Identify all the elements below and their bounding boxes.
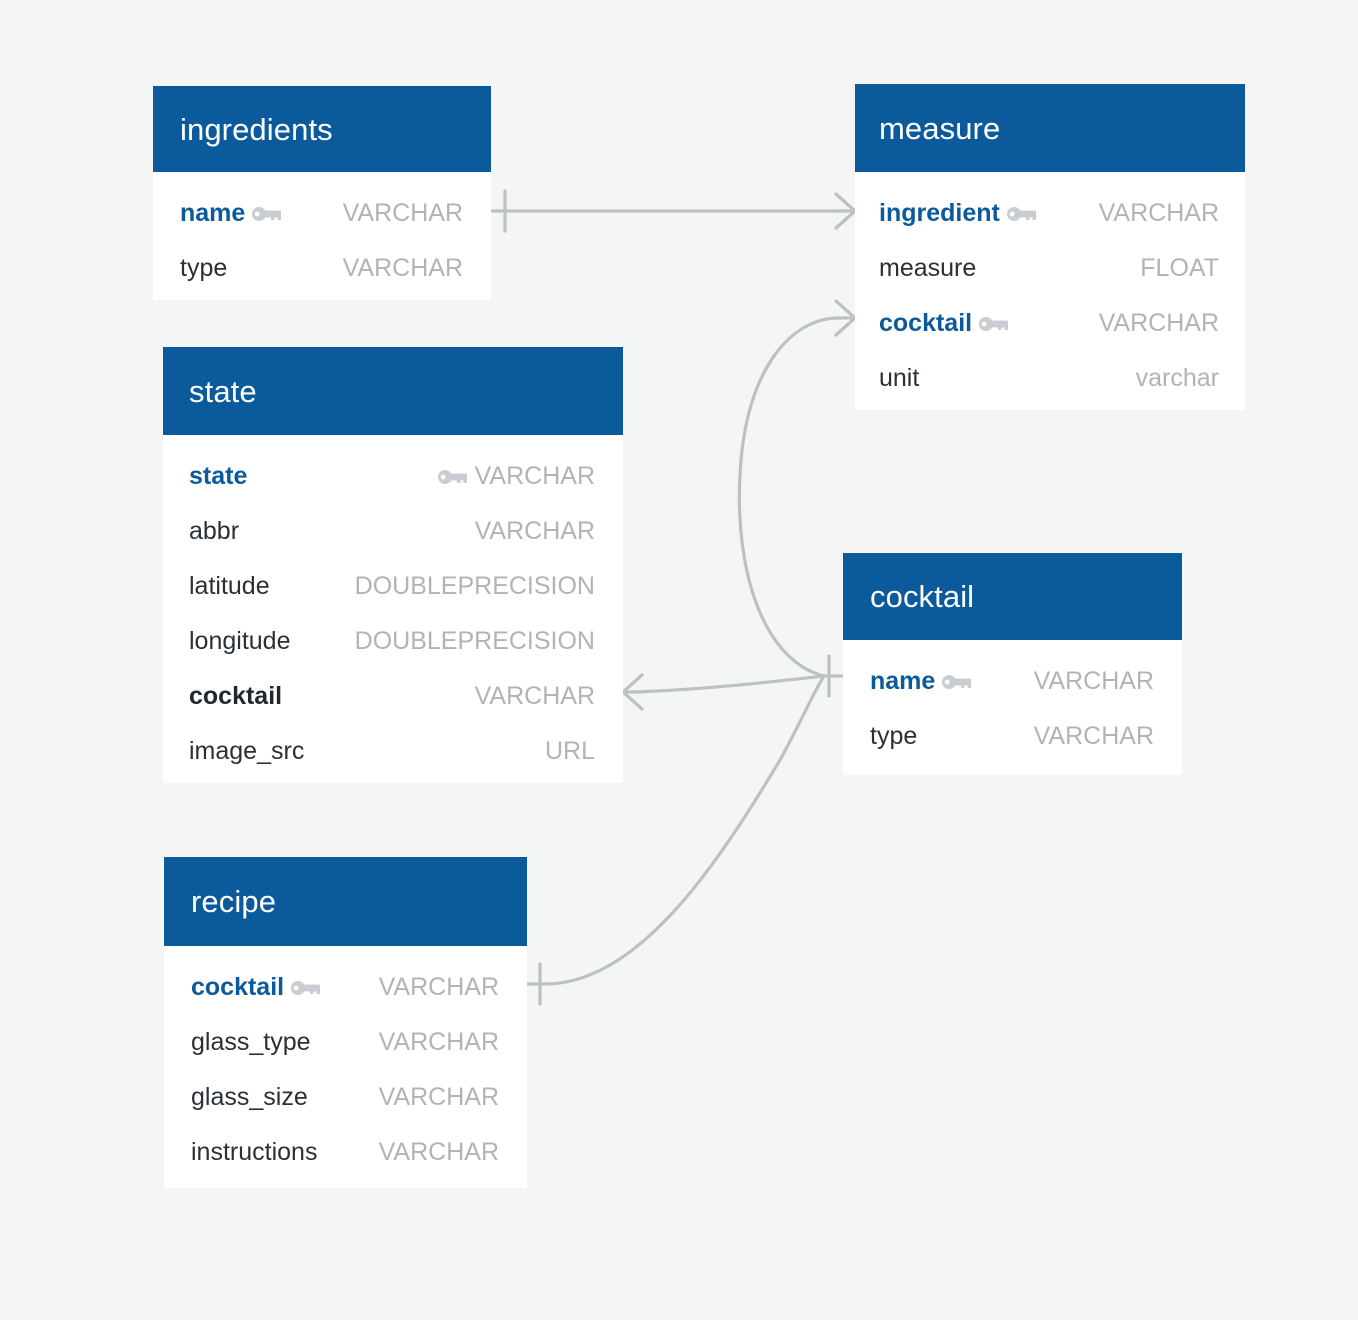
- entity-header-cocktail: cocktail: [843, 553, 1182, 640]
- entity-header-measure: measure: [855, 84, 1245, 172]
- field-type: FLOAT: [1140, 254, 1219, 282]
- key-icon: [437, 469, 468, 485]
- field-row[interactable]: instructions VARCHAR: [191, 1125, 499, 1180]
- key-slot: [431, 469, 475, 485]
- cardinality-many-measure-ingredient: [834, 192, 857, 230]
- field-row[interactable]: name VARCHAR: [870, 654, 1154, 709]
- entity-recipe[interactable]: recipe cocktail VARCHAR glass_type VARCH…: [164, 857, 527, 1188]
- field-name: measure: [879, 254, 977, 282]
- entity-body-ingredients: name VARCHAR type VARCHAR: [153, 172, 491, 300]
- field-name: cocktail: [191, 973, 285, 1001]
- link-cocktail-measure: [737, 316, 838, 678]
- entity-header-ingredients: ingredients: [153, 86, 491, 172]
- entity-title-ingredients: ingredients: [180, 111, 333, 147]
- entity-body-measure: ingredient VARCHAR measure FLOAT cocktai…: [855, 172, 1245, 410]
- entity-measure[interactable]: measure ingredient VARCHAR measure FLOAT…: [855, 84, 1245, 410]
- field-name: type: [870, 722, 918, 750]
- field-type: VARCHAR: [378, 1138, 499, 1166]
- entity-body-cocktail: name VARCHAR type VARCHAR: [843, 640, 1182, 775]
- key-slot: [1000, 206, 1044, 222]
- field-type: VARCHAR: [378, 1028, 499, 1056]
- field-name: longitude: [189, 627, 291, 655]
- entity-title-state: state: [189, 373, 257, 409]
- entity-title-recipe: recipe: [191, 884, 277, 919]
- field-row[interactable]: image_src URL: [189, 724, 595, 779]
- field-type: VARCHAR: [474, 517, 595, 545]
- field-name: glass_size: [191, 1083, 308, 1111]
- field-type: VARCHAR: [1033, 722, 1154, 750]
- key-icon: [252, 206, 282, 222]
- field-row[interactable]: unit varchar: [879, 351, 1219, 406]
- field-row[interactable]: glass_type VARCHAR: [191, 1015, 499, 1070]
- cardinality-many-state-cocktail: [621, 673, 644, 711]
- field-type: DOUBLEPRECISION: [354, 627, 595, 655]
- field-row[interactable]: ingredient VARCHAR: [879, 186, 1219, 241]
- field-type: URL: [544, 737, 595, 765]
- field-type: VARCHAR: [342, 254, 463, 282]
- field-name: ingredient: [879, 199, 1000, 227]
- field-name: instructions: [191, 1138, 318, 1166]
- field-name: name: [180, 199, 246, 227]
- field-name: cocktail: [879, 309, 973, 337]
- entity-state[interactable]: state state VARCHAR abbr VARCHAR latitud…: [163, 347, 623, 783]
- field-type: VARCHAR: [1098, 199, 1219, 227]
- field-row[interactable]: latitude DOUBLEPRECISION: [189, 559, 595, 614]
- field-type: VARCHAR: [378, 1083, 499, 1111]
- key-icon: [979, 316, 1009, 332]
- key-slot: [972, 316, 1016, 332]
- field-name: state: [189, 462, 248, 490]
- entity-header-state: state: [163, 347, 623, 435]
- key-icon: [942, 674, 972, 690]
- field-name: latitude: [189, 572, 270, 600]
- field-type: VARCHAR: [378, 973, 499, 1001]
- field-row[interactable]: cocktail VARCHAR: [879, 296, 1219, 351]
- key-slot: [935, 674, 979, 690]
- field-row[interactable]: type VARCHAR: [870, 709, 1154, 764]
- key-icon: [1006, 206, 1037, 222]
- er-diagram-canvas: ingredients name VARCHAR type VARCHAR me…: [0, 0, 1358, 1320]
- field-row[interactable]: cocktail VARCHAR: [189, 669, 595, 724]
- entity-title-measure: measure: [879, 110, 1001, 146]
- field-row[interactable]: longitude DOUBLEPRECISION: [189, 614, 595, 669]
- field-name: name: [870, 667, 936, 695]
- field-name: type: [180, 254, 228, 282]
- entity-body-state: state VARCHAR abbr VARCHAR latitude DOUB…: [163, 435, 623, 783]
- entity-ingredients[interactable]: ingredients name VARCHAR type VARCHAR: [153, 86, 491, 300]
- field-row[interactable]: glass_size VARCHAR: [191, 1070, 499, 1125]
- entity-title-cocktail: cocktail: [870, 579, 975, 614]
- field-type: varchar: [1135, 364, 1219, 392]
- field-name: image_src: [189, 737, 305, 765]
- field-type: VARCHAR: [474, 682, 595, 710]
- field-type: VARCHAR: [1098, 309, 1219, 337]
- link-state-cocktail: [630, 674, 826, 694]
- entity-header-recipe: recipe: [164, 857, 527, 946]
- field-type: VARCHAR: [474, 462, 595, 490]
- field-type: VARCHAR: [342, 199, 463, 227]
- field-row[interactable]: state VARCHAR: [189, 449, 595, 504]
- field-name: unit: [879, 364, 920, 392]
- field-row[interactable]: type VARCHAR: [180, 241, 463, 296]
- entity-body-recipe: cocktail VARCHAR glass_type VARCHAR glas…: [164, 946, 527, 1188]
- key-slot: [284, 980, 328, 996]
- field-name: glass_type: [191, 1028, 311, 1056]
- field-name: cocktail: [189, 682, 283, 710]
- field-name: abbr: [189, 517, 240, 545]
- cardinality-many-measure-cocktail: [834, 299, 857, 337]
- field-row[interactable]: abbr VARCHAR: [189, 504, 595, 559]
- field-type: VARCHAR: [1033, 667, 1154, 695]
- field-row[interactable]: name VARCHAR: [180, 186, 463, 241]
- field-row[interactable]: cocktail VARCHAR: [191, 960, 499, 1015]
- key-icon: [291, 980, 321, 996]
- entity-cocktail[interactable]: cocktail name VARCHAR type VARCHAR: [843, 553, 1182, 775]
- field-type: DOUBLEPRECISION: [354, 572, 595, 600]
- field-row[interactable]: measure FLOAT: [879, 241, 1219, 296]
- key-slot: [245, 206, 289, 222]
